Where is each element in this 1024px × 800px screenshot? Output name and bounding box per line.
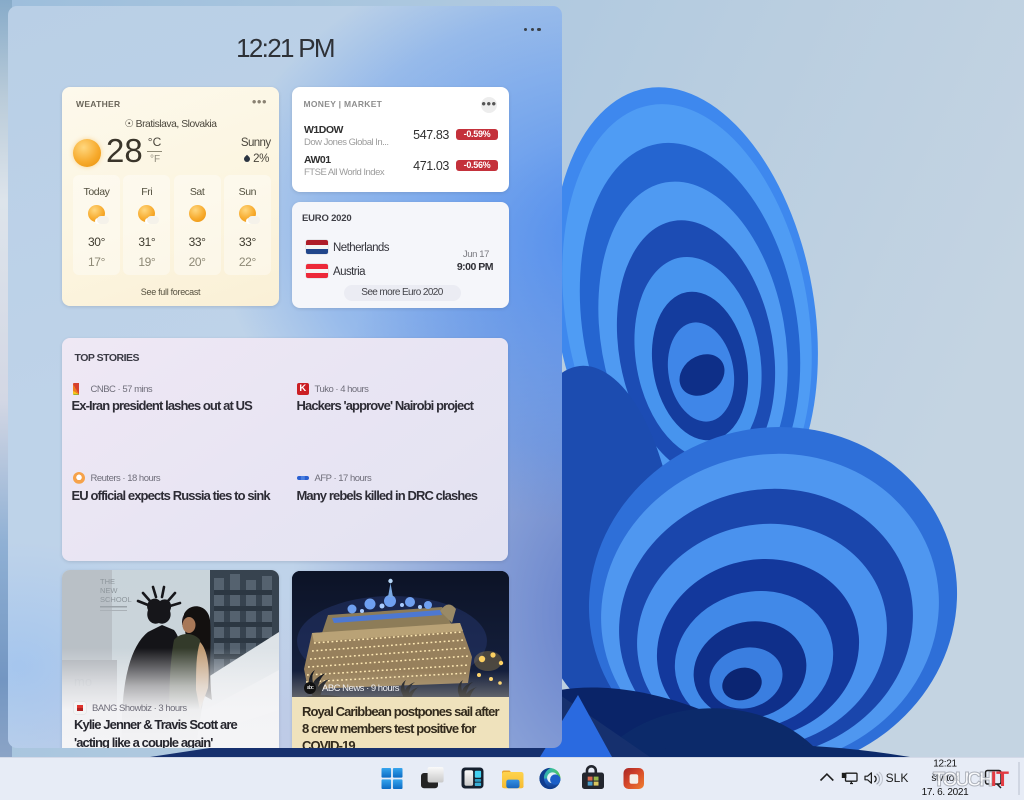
svg-text:THE: THE (100, 577, 115, 586)
svg-text:SCHOOL: SCHOOL (100, 595, 132, 604)
svg-text:NEW: NEW (100, 586, 118, 595)
